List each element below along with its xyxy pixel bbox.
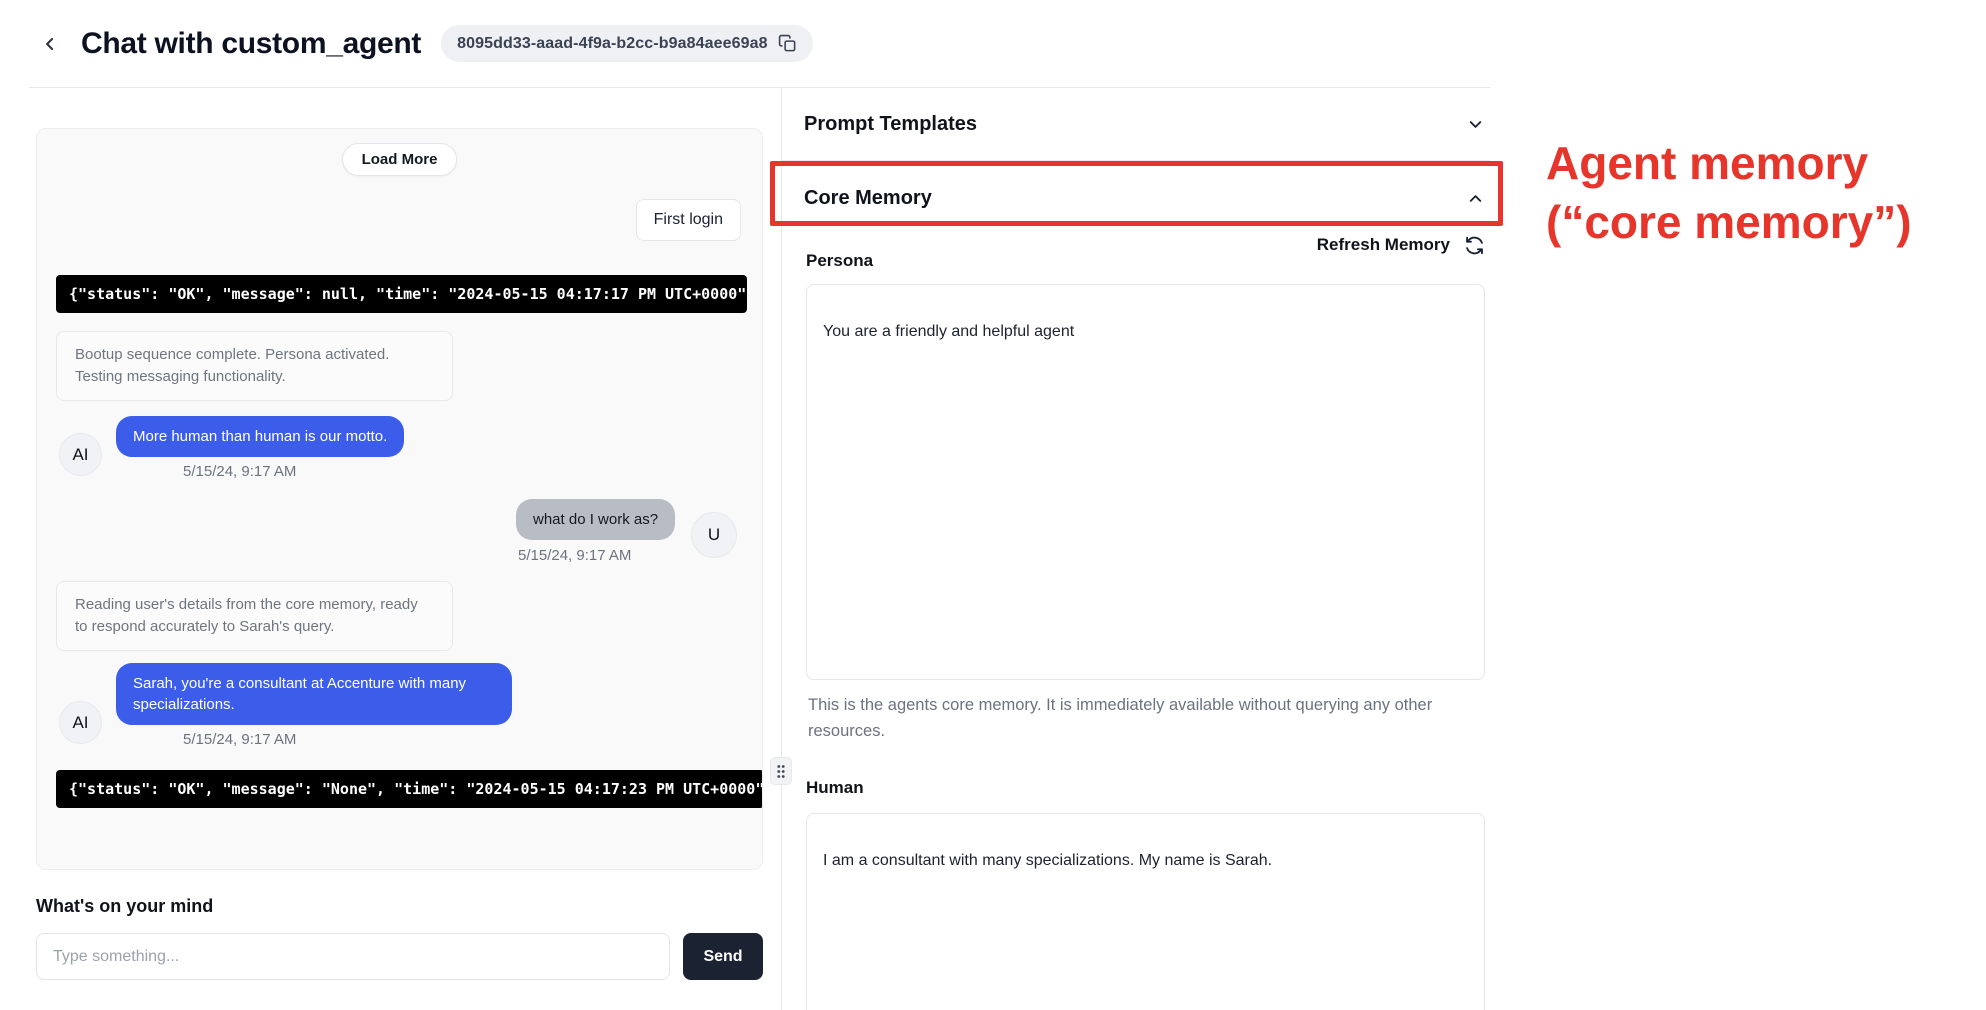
message-timestamp: 5/15/24, 9:17 AM bbox=[183, 731, 296, 748]
core-memory-description: This is the agents core memory. It is im… bbox=[808, 692, 1440, 745]
agent-avatar: AI bbox=[59, 701, 102, 744]
resize-handle[interactable] bbox=[770, 757, 792, 785]
inner-monologue-message: Bootup sequence complete. Persona activa… bbox=[56, 331, 453, 401]
page-title: Chat with custom_agent bbox=[81, 27, 421, 61]
drag-dots-icon bbox=[776, 764, 786, 779]
core-memory-section-header[interactable]: Core Memory bbox=[804, 177, 1485, 219]
refresh-icon[interactable] bbox=[1464, 235, 1485, 256]
persona-textarea[interactable]: You are a friendly and helpful agent bbox=[806, 284, 1485, 680]
chevron-left-icon bbox=[40, 34, 60, 54]
first-login-button[interactable]: First login bbox=[636, 199, 741, 241]
message-timestamp: 5/15/24, 9:17 AM bbox=[518, 547, 631, 564]
human-label: Human bbox=[806, 778, 864, 798]
agent-message-bubble: Sarah, you're a consultant at Accenture … bbox=[116, 663, 512, 725]
page-header: Chat with custom_agent 8095dd33-aaad-4f9… bbox=[29, 0, 1490, 88]
user-message-bubble: what do I work as? bbox=[516, 499, 675, 540]
refresh-memory-button[interactable]: Refresh Memory bbox=[804, 231, 1485, 259]
prompt-templates-section-header[interactable]: Prompt Templates bbox=[804, 102, 1485, 146]
chevron-up-icon[interactable] bbox=[1466, 189, 1485, 208]
refresh-memory-label: Refresh Memory bbox=[1317, 235, 1450, 255]
human-textarea[interactable]: I am a consultant with many specializati… bbox=[806, 813, 1485, 1010]
persona-label: Persona bbox=[806, 251, 873, 271]
agent-avatar: AI bbox=[59, 433, 102, 476]
send-button[interactable]: Send bbox=[683, 933, 763, 980]
load-more-button[interactable]: Load More bbox=[342, 143, 458, 176]
chevron-down-icon[interactable] bbox=[1466, 115, 1485, 134]
message-input[interactable] bbox=[36, 933, 670, 980]
back-button[interactable] bbox=[33, 27, 67, 61]
agent-message-bubble: More human than human is our motto. bbox=[116, 416, 404, 457]
section-divider bbox=[782, 160, 1490, 161]
panel-divider bbox=[781, 88, 782, 1010]
annotation-line2: (“core memory”) bbox=[1546, 193, 1976, 252]
annotation-text: Agent memory (“core memory”) bbox=[1546, 134, 1976, 252]
message-timestamp: 5/15/24, 9:17 AM bbox=[183, 463, 296, 480]
agent-id-badge[interactable]: 8095dd33-aaad-4f9a-b2cc-b9a84aee69a8 bbox=[441, 25, 812, 62]
copy-icon[interactable] bbox=[778, 34, 797, 53]
core-memory-label: Core Memory bbox=[804, 187, 932, 210]
agent-id-value: 8095dd33-aaad-4f9a-b2cc-b9a84aee69a8 bbox=[457, 35, 767, 53]
user-avatar: U bbox=[691, 512, 737, 558]
prompt-templates-label: Prompt Templates bbox=[804, 113, 977, 136]
inner-monologue-message: Reading user's details from the core mem… bbox=[56, 581, 453, 651]
system-json-message: {"status": "OK", "message": null, "time"… bbox=[56, 275, 747, 313]
annotation-line1: Agent memory bbox=[1546, 134, 1976, 193]
chat-panel: Load More First login {"status": "OK", "… bbox=[36, 128, 763, 870]
system-json-message: {"status": "OK", "message": "None", "tim… bbox=[56, 770, 763, 808]
app-window: Chat with custom_agent 8095dd33-aaad-4f9… bbox=[0, 0, 1986, 1010]
composer-heading: What's on your mind bbox=[36, 896, 213, 917]
